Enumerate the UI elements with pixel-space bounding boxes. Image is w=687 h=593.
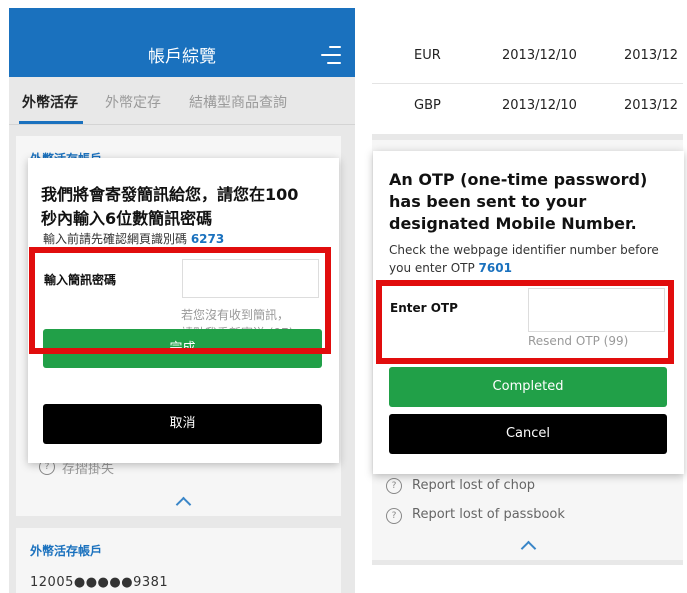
help-circle-icon: ? — [386, 508, 402, 524]
card-title: 外幣活存帳戶 — [30, 544, 103, 558]
account-number: 12005●●●●●9381 — [30, 575, 169, 590]
row-divider — [372, 83, 683, 84]
table-cell-currency: GBP — [414, 98, 441, 113]
dialog-message: 我們將會寄發簡訊給您，請您在100 秒內輸入6位數簡訊密碼 — [41, 183, 331, 231]
tab-structured-products[interactable]: 結構型商品查詢 — [189, 92, 287, 112]
identifier-note: Check the webpage identifier number befo… — [389, 241, 681, 277]
app-header: 帳戶綜覽 — [9, 8, 355, 77]
report-lost-chop-link[interactable]: Report lost of chop — [412, 478, 535, 493]
table-cell-date: 2013/12/10 — [502, 98, 577, 113]
active-tab-indicator — [19, 121, 83, 124]
exchange-rate-table: EUR 2013/12/10 2013/12 GBP 2013/12/10 20… — [372, 8, 683, 134]
tab-foreign-demand-deposit[interactable]: 外幣活存 — [22, 92, 78, 112]
webpage-identifier: 6273 — [190, 232, 225, 246]
identifier-note-text: Check the webpage identifier number befo… — [389, 243, 659, 275]
identifier-note-text: 輸入前請先確認網頁識別碼 — [43, 232, 191, 246]
cancel-button[interactable]: 取消 — [43, 404, 322, 444]
help-circle-icon: ? — [386, 478, 402, 494]
cancel-button[interactable]: Cancel — [389, 414, 667, 454]
table-cell-date-2: 2013/12 — [624, 48, 679, 63]
page-title: 帳戶綜覽 — [148, 47, 216, 67]
identifier-note: 輸入前請先確認網頁識別碼 6273 — [43, 230, 224, 247]
dialog-message: An OTP (one-time password) has been sent… — [389, 170, 648, 233]
tab-foreign-time-deposit[interactable]: 外幣定存 — [105, 92, 161, 112]
dialog-message-line-2: 秒內輸入6位數簡訊密碼 — [41, 209, 213, 228]
chevron-up-icon[interactable] — [175, 496, 192, 513]
chevron-up-icon[interactable] — [520, 540, 537, 557]
table-cell-date-2: 2013/12 — [624, 98, 679, 113]
table-cell-currency: EUR — [414, 48, 441, 63]
menu-icon[interactable] — [321, 46, 341, 64]
report-lost-passbook-link[interactable]: Report lost of passbook — [412, 507, 565, 522]
table-cell-date: 2013/12/10 — [502, 48, 577, 63]
dialog-message-line-1: 我們將會寄發簡訊給您，請您在100 — [41, 185, 299, 204]
highlight-box — [29, 247, 331, 354]
tab-bar: 外幣活存 外幣定存 結構型商品查詢 — [9, 77, 355, 125]
webpage-identifier: 7601 — [478, 261, 512, 275]
completed-button[interactable]: Completed — [389, 367, 667, 407]
account-card-2: 外幣活存帳戶 12005●●●●●9381 — [16, 528, 341, 593]
highlight-box — [376, 280, 674, 364]
